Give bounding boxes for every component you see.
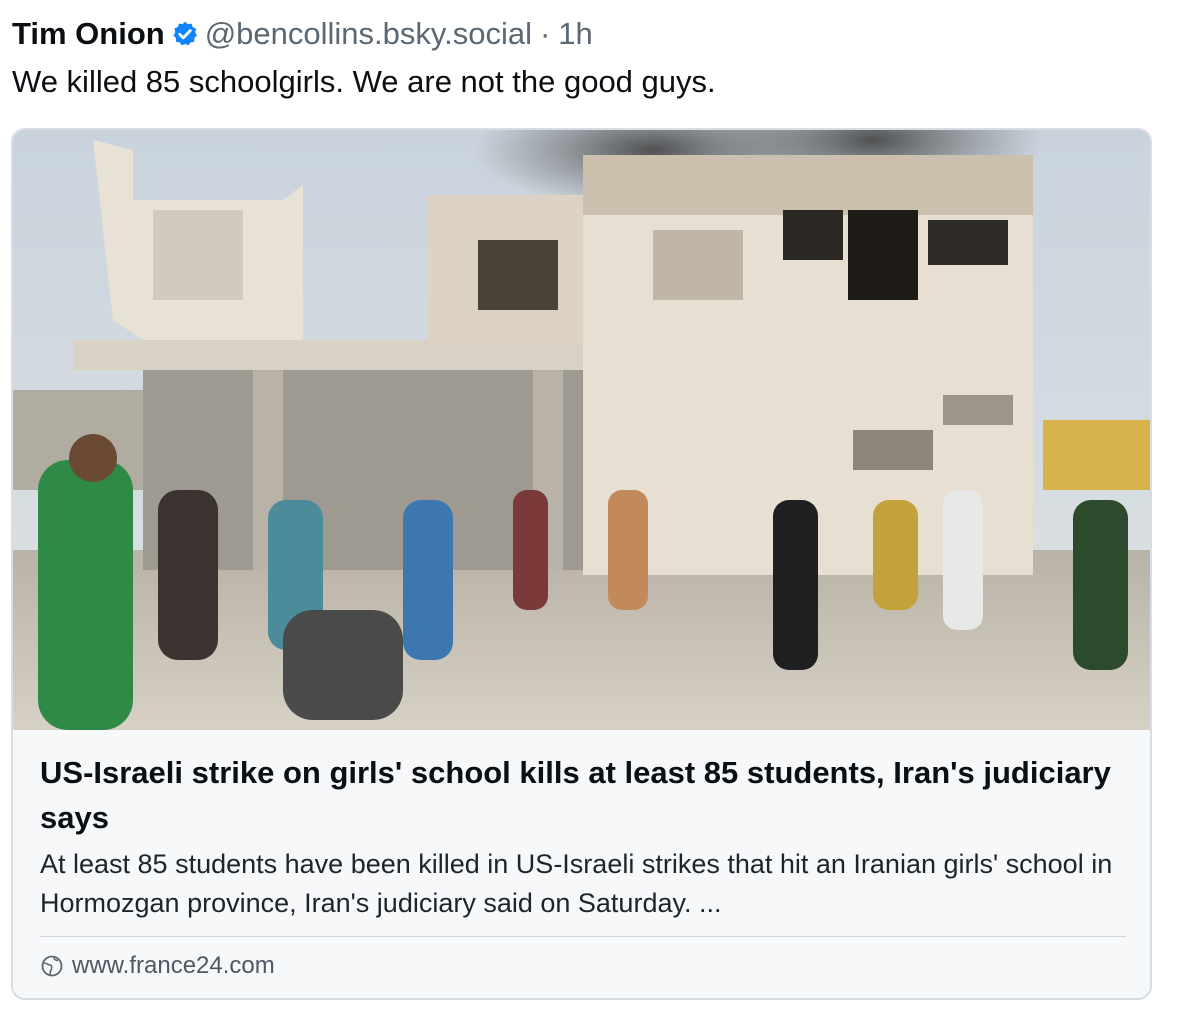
link-card-description: At least 85 students have been killed in… <box>40 849 1113 918</box>
post-text: We killed 85 schoolgirls. We are not the… <box>12 64 716 99</box>
link-card-divider <box>40 936 1126 937</box>
link-card-domain[interactable]: www.france24.com <box>72 952 275 980</box>
post-header: Tim Onion @bencollins.bsky.social · 1h <box>12 14 593 54</box>
link-card[interactable]: US-Israeli strike on girls' school kills… <box>11 128 1152 1000</box>
link-card-domain-row[interactable]: www.france24.com <box>40 952 275 980</box>
verified-check-icon[interactable] <box>171 20 199 48</box>
globe-icon <box>41 955 63 977</box>
author-handle[interactable]: @bencollins.bsky.social <box>205 14 532 54</box>
author-name[interactable]: Tim Onion <box>12 14 165 54</box>
header-separator: · <box>539 16 551 51</box>
link-card-image[interactable] <box>13 130 1152 730</box>
post-container: Tim Onion @bencollins.bsky.social · 1h W… <box>0 0 1178 1020</box>
link-card-title[interactable]: US-Israeli strike on girls' school kills… <box>40 750 1120 840</box>
post-timestamp[interactable]: 1h <box>558 14 592 54</box>
